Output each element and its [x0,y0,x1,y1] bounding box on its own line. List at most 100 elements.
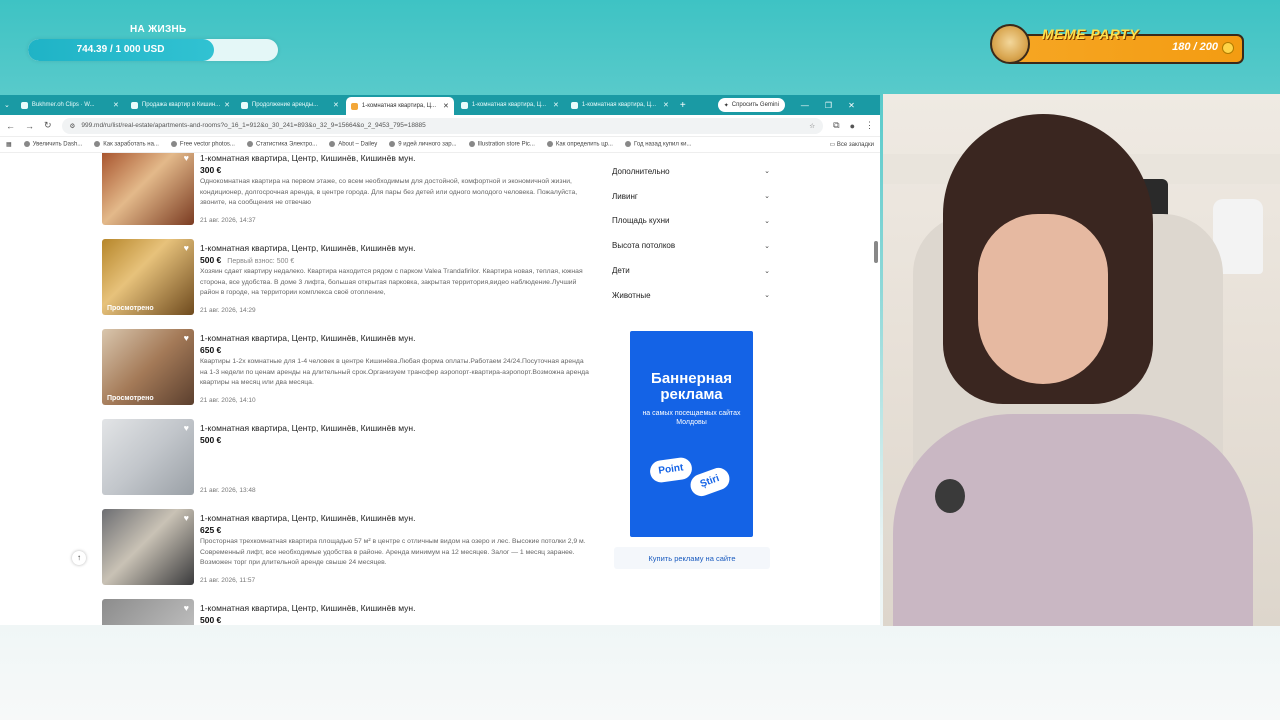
scroll-top-icon[interactable]: ↑ [72,551,86,565]
back-icon[interactable]: ← [6,121,15,131]
listing-photo[interactable]: ♥ [102,599,194,625]
doge-icon [990,24,1030,64]
filter-dropdown[interactable]: Высота потолков ⌄ [612,233,770,258]
tab-favicon-icon [460,101,468,109]
close-tab-icon[interactable]: ✕ [443,102,449,110]
bookmark-item[interactable]: Illustration store Pic... [468,141,535,148]
banner-ad[interactable]: Баннерная реклама на самых посещаемых са… [630,331,753,537]
extensions-icon[interactable]: ⧉ [833,120,839,131]
bookmark-item[interactable]: Год назад купил ки... [624,141,691,148]
chevron-down-icon: ⌄ [764,168,770,176]
url-text: 999.md/ru/list/real-estate/apartments-an… [81,122,426,129]
listing-photo[interactable]: ♥ [102,153,194,225]
listing-price-value: 500 € [200,615,222,625]
list-item[interactable]: ♥ 1-комнатная квартира, Центр, Кишинёв, … [102,419,592,499]
tab-favicon-icon [570,101,578,109]
stiri-logo: Știri [687,464,733,500]
profile-avatar[interactable]: ● [850,121,855,131]
minimize-icon[interactable]: — [801,101,809,110]
bookmark-favicon-icon [624,141,631,148]
favorite-heart-icon[interactable]: ♥ [184,603,189,613]
favorite-heart-icon[interactable]: ♥ [184,333,189,343]
browser-tab[interactable]: Продолжение аренды... ✕ [236,97,344,113]
bookmark-favicon-icon [246,141,253,148]
list-item[interactable]: ♥ 1-комнатная квартира, Центр, Кишинёв, … [102,599,592,625]
close-tab-icon[interactable]: ✕ [663,101,669,109]
favorite-heart-icon[interactable]: ♥ [184,423,189,433]
browser-tab[interactable]: Продажа квартир в Кишин... ✕ [126,97,234,113]
filter-label: Ливинг [612,191,638,201]
bookmarks-bar: ▦ Увеличить Dash... Как заработать на...… [0,137,880,153]
listing-photo[interactable]: ♥ [102,419,194,495]
filter-label: Высота потолков [612,241,676,251]
bookmark-item[interactable]: Статистика Электро... [246,141,317,148]
close-tab-icon[interactable]: ✕ [224,101,230,109]
buy-ad-button[interactable]: Купить рекламу на сайте [614,547,770,569]
listing-price: 300 € [200,165,221,175]
all-bookmarks[interactable]: ▭ Все закладки [830,141,874,148]
listing-title[interactable]: 1-комнатная квартира, Центр, Кишинёв, Ки… [200,333,415,343]
scrollbar[interactable] [874,241,878,263]
list-item[interactable]: ♥ 1-комнатная квартира, Центр, Кишинёв, … [102,153,592,229]
close-tab-icon[interactable]: ✕ [113,101,119,109]
reload-icon[interactable]: ↻ [44,120,52,131]
bookmark-item[interactable]: Как определить цр... [546,141,613,148]
listing-price: 625 € [200,525,221,535]
favorite-heart-icon[interactable]: ♥ [184,243,189,253]
browser-tab[interactable]: 1-комнатная квартира, Ц... ✕ [456,97,564,113]
person-shirt [893,414,1253,626]
viewed-badge: Просмотрено [107,395,154,402]
tab-label: 1-комнатная квартира, Ц... [471,102,547,108]
filter-label: Площадь кухни [612,216,670,226]
listing-title[interactable]: 1-комнатная квартира, Центр, Кишинёв, Ки… [200,423,415,433]
filter-dropdown[interactable]: Ливинг ⌄ [612,184,770,209]
tab-favicon-icon [350,102,358,110]
bookmark-favicon-icon [468,141,475,148]
filter-dropdown[interactable]: Дети ⌄ [612,258,770,283]
listing-date: 21 авг. 2026, 11:57 [200,577,256,584]
filter-dropdown[interactable]: Животные ⌄ [612,283,770,308]
filter-dropdown[interactable]: Дополнительно ⌄ [612,159,770,184]
restore-icon[interactable]: ❐ [825,101,832,110]
viewed-badge: Просмотрено [107,305,154,312]
listing-photo[interactable]: ♥ [102,509,194,585]
bookmark-item[interactable]: 9 идей личного зар... [389,141,457,148]
meme-party-count: 180 / 200 [1172,41,1218,53]
listing-price: 650 € [200,345,221,355]
site-info-icon[interactable]: ⚙ [70,122,76,130]
favorite-heart-icon[interactable]: ♥ [184,153,189,163]
listing-title[interactable]: 1-комнатная квартира, Центр, Кишинёв, Ки… [200,153,415,163]
forward-icon[interactable]: → [25,121,34,131]
browser-tab[interactable]: Bukhmer.oh Clips · W... ✕ [16,97,124,113]
list-item[interactable]: ♥ 1-комнатная квартира, Центр, Кишинёв, … [102,509,592,589]
close-tab-icon[interactable]: ✕ [333,101,339,109]
listing-title[interactable]: 1-комнатная квартира, Центр, Кишинёв, Ки… [200,243,415,253]
gemini-icon: ✦ [723,102,729,109]
apps-icon[interactable]: ▦ [6,141,12,148]
close-tab-icon[interactable]: ✕ [553,101,559,109]
address-bar[interactable]: ⚙ 999.md/ru/list/real-estate/apartments-… [61,117,824,134]
bookmark-item[interactable]: About – Dailey [329,141,377,148]
favorite-heart-icon[interactable]: ♥ [184,513,189,523]
bookmark-item[interactable]: Free vector photos... [170,141,235,148]
listings-page: ♥ 1-комнатная квартира, Центр, Кишинёв, … [0,153,880,625]
bookmark-item[interactable]: Как заработать на... [94,141,159,148]
browser-tab[interactable]: 1-комнатная квартира, Ц... ✕ [566,97,674,113]
close-window-icon[interactable]: ✕ [848,101,855,110]
tab-search-icon[interactable]: ⌄ [4,101,10,109]
menu-icon[interactable]: ⋮ [865,120,874,131]
gemini-button[interactable]: ✦ Спросить Gemini [717,98,785,112]
list-item[interactable]: ♥ Просмотрено 1-комнатная квартира, Цент… [102,329,592,409]
browser-tab-active[interactable]: 1-комнатная квартира, Ц... ✕ [345,97,454,115]
bookmark-item[interactable]: Увеличить Dash... [23,141,82,148]
listing-photo[interactable]: ♥ Просмотрено [102,239,194,315]
bookmark-favicon-icon [23,141,30,148]
point-logo: Point [648,456,694,484]
filter-dropdown[interactable]: Площадь кухни ⌄ [612,209,770,234]
listing-title[interactable]: 1-комнатная квартира, Центр, Кишинёв, Ки… [200,603,415,613]
list-item[interactable]: ♥ Просмотрено 1-комнатная квартира, Цент… [102,239,592,319]
listing-title[interactable]: 1-комнатная квартира, Центр, Кишинёв, Ки… [200,513,415,523]
listing-photo[interactable]: ♥ Просмотрено [102,329,194,405]
new-tab-icon[interactable]: + [680,100,686,111]
bookmark-star-icon[interactable]: ☆ [809,122,815,130]
